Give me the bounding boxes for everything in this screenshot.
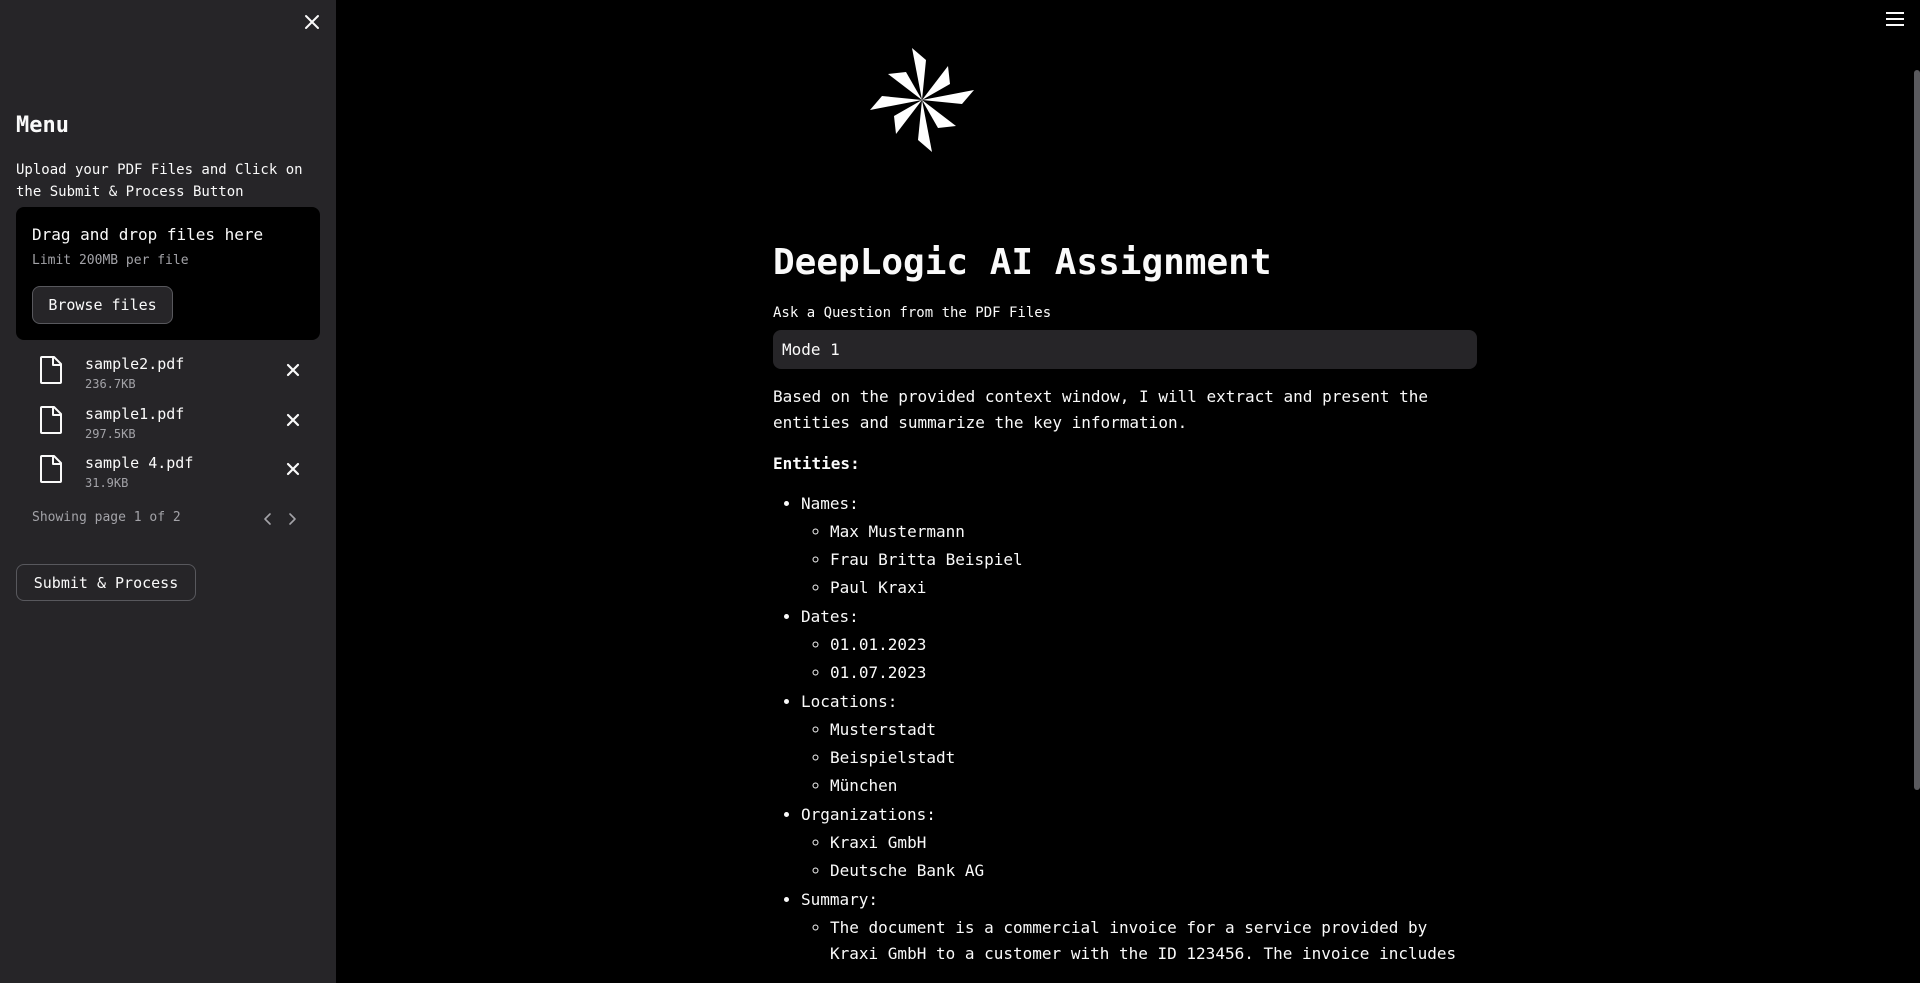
list-item: Organizations: Kraxi GmbH Deutsche Bank … <box>801 802 1473 884</box>
list-item: Max Mustermann <box>830 519 1473 545</box>
uploaded-file-item: sample2.pdf 236.7KB <box>32 353 304 397</box>
list-item: 01.07.2023 <box>830 660 1473 686</box>
file-icon <box>38 405 64 435</box>
remove-file-icon[interactable] <box>283 410 303 430</box>
group-label: Dates: <box>801 607 859 626</box>
question-input[interactable] <box>773 330 1477 369</box>
list-item: Frau Britta Beispiel <box>830 547 1473 573</box>
chevron-right-icon[interactable] <box>284 510 300 528</box>
sidebar: Menu Upload your PDF Files and Click on … <box>0 0 336 983</box>
question-label: Ask a Question from the PDF Files <box>773 305 1052 321</box>
hamburger-icon[interactable] <box>1886 12 1904 28</box>
logo-icon <box>866 44 978 156</box>
list-item: Musterstadt <box>830 717 1473 743</box>
file-icon <box>38 454 64 484</box>
list-item: Beispielstadt <box>830 745 1473 771</box>
file-dropzone[interactable]: Drag and drop files here Limit 200MB per… <box>16 207 320 340</box>
list-item: München <box>830 773 1473 799</box>
entities-list: Names: Max Mustermann Frau Britta Beispi… <box>773 491 1473 967</box>
uploaded-file-item: sample 4.pdf 31.9KB <box>32 452 304 496</box>
submit-process-button[interactable]: Submit & Process <box>16 564 196 601</box>
close-sidebar-icon[interactable] <box>300 10 324 34</box>
file-size: 31.9KB <box>85 476 129 490</box>
list-item: Summary: The document is a commercial in… <box>801 887 1473 967</box>
menu-description: Upload your PDF Files and Click on the S… <box>16 162 303 200</box>
group-label: Summary: <box>801 890 879 909</box>
remove-file-icon[interactable] <box>283 459 303 479</box>
list-item: Paul Kraxi <box>830 575 1473 601</box>
page-title: DeepLogic AI Assignment <box>773 242 1272 283</box>
file-size: 236.7KB <box>85 377 136 391</box>
list-item: Deutsche Bank AG <box>830 858 1473 884</box>
entities-heading: Entities: <box>773 454 860 473</box>
file-name: sample2.pdf <box>85 355 185 373</box>
pager-status: Showing page 1 of 2 <box>32 510 181 525</box>
remove-file-icon[interactable] <box>283 360 303 380</box>
answer-intro: Based on the provided context window, I … <box>773 387 1429 432</box>
list-item: Dates: 01.01.2023 01.07.2023 <box>801 604 1473 686</box>
list-item: Locations: Musterstadt Beispielstadt Mün… <box>801 689 1473 799</box>
scrollbar[interactable] <box>1914 70 1920 790</box>
file-size: 297.5KB <box>85 427 136 441</box>
file-name: sample1.pdf <box>85 405 185 423</box>
answer-content: Based on the provided context window, I … <box>773 384 1473 970</box>
list-item: Kraxi GmbH <box>830 830 1473 856</box>
uploaded-file-item: sample1.pdf 297.5KB <box>32 403 304 447</box>
group-label: Locations: <box>801 692 898 711</box>
browse-files-button[interactable]: Browse files <box>32 286 173 324</box>
list-item: 01.01.2023 <box>830 632 1473 658</box>
file-icon <box>38 355 64 385</box>
chevron-left-icon[interactable] <box>260 510 276 528</box>
list-item: Names: Max Mustermann Frau Britta Beispi… <box>801 491 1473 601</box>
group-label: Names: <box>801 494 859 513</box>
dropzone-title: Drag and drop files here <box>32 225 264 244</box>
list-item: The document is a commercial invoice for… <box>830 915 1473 967</box>
dropzone-limit: Limit 200MB per file <box>32 253 189 268</box>
menu-title: Menu <box>16 113 69 138</box>
group-label: Organizations: <box>801 805 936 824</box>
file-name: sample 4.pdf <box>85 454 194 472</box>
